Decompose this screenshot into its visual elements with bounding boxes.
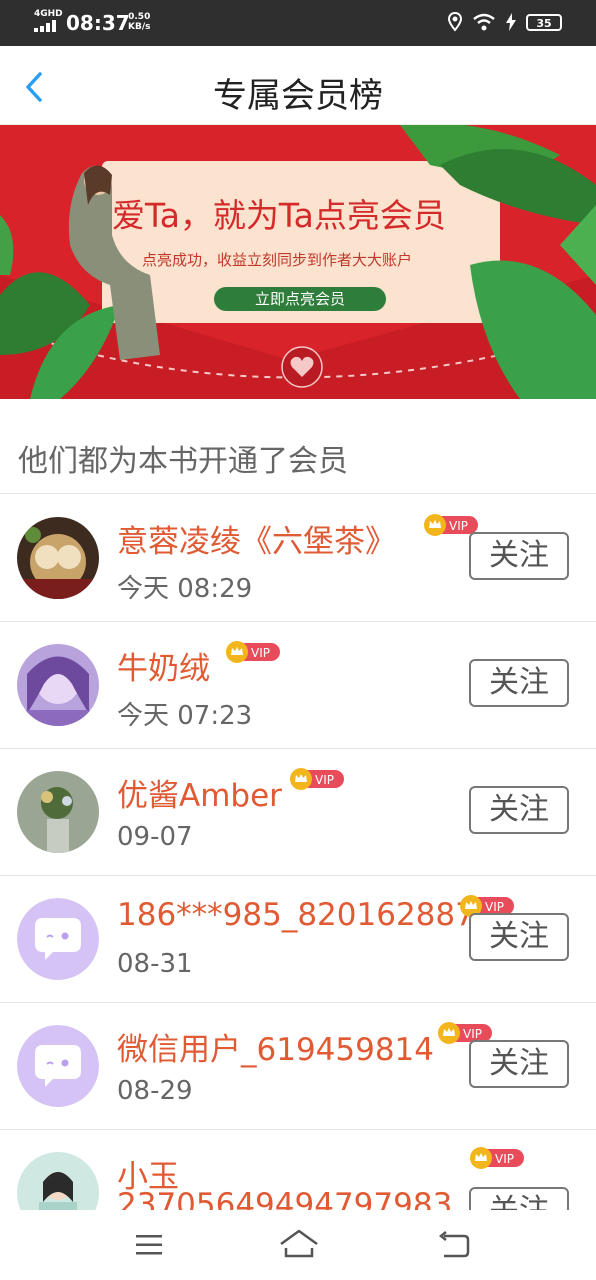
signal-icon — [34, 20, 60, 32]
follow-button[interactable]: 关注 — [469, 913, 569, 961]
list-item: 优酱Amber VIP 09-07 关注 — [0, 748, 596, 876]
svg-text:VIP: VIP — [463, 1027, 482, 1041]
list-item: 意蓉凌绫《六堡茶》 VIP 今天 08:29 关注 — [0, 494, 596, 622]
charging-icon — [506, 13, 516, 31]
light-up-vip-button[interactable]: 立即点亮会员 — [214, 287, 386, 311]
clock: 08:37 — [66, 11, 130, 35]
section-title: 他们都为本书开通了会员 — [18, 444, 348, 479]
member-name: 意蓉凌绫《六堡茶》 — [117, 524, 396, 560]
app-header: 专属会员榜 — [0, 46, 596, 125]
avatar[interactable] — [17, 1152, 99, 1210]
menu-icon[interactable] — [134, 1232, 164, 1258]
member-time: 08-29 — [117, 1076, 193, 1106]
vip-badge: VIP — [290, 768, 344, 790]
member-name: 牛奶绒 — [117, 651, 210, 687]
follow-button[interactable]: 关注 — [469, 786, 569, 834]
list-item: 小玉 23705649494797983 VIP 关注 — [0, 1129, 596, 1210]
network-speed: 0.50 KB/s — [128, 12, 151, 32]
member-time: 今天 08:29 — [117, 574, 253, 604]
member-name-line2: 23705649494797983 — [117, 1187, 453, 1210]
status-icons: 35 — [448, 12, 562, 32]
svg-text:VIP: VIP — [251, 646, 270, 660]
member-name: 微信用户_619459814 — [117, 1032, 435, 1068]
vip-promo-banner[interactable]: 爱Ta，就为Ta点亮会员 点亮成功，收益立刻同步到作者大大账户 立即点亮会员 — [0, 125, 596, 399]
list-item: 微信用户_619459814 VIP 08-29 关注 — [0, 1002, 596, 1130]
vip-badge: VIP — [226, 641, 280, 663]
status-bar: 4GHD 08:37 0.50 KB/s 35 — [0, 0, 596, 46]
svg-text:VIP: VIP — [495, 1152, 514, 1166]
follow-button[interactable]: 关注 — [469, 1187, 569, 1210]
follow-button[interactable]: 关注 — [469, 659, 569, 707]
banner-headline: 爱Ta，就为Ta点亮会员 — [112, 196, 446, 235]
default-avatar-icon[interactable] — [17, 898, 99, 980]
member-time: 今天 07:23 — [117, 701, 253, 731]
avatar[interactable] — [17, 644, 99, 726]
default-avatar-icon[interactable] — [17, 1025, 99, 1107]
page-title: 专属会员榜 — [213, 76, 383, 116]
follow-button[interactable]: 关注 — [469, 1040, 569, 1088]
banner-subline: 点亮成功，收益立刻同步到作者大大账户 — [142, 251, 413, 269]
member-name: 优酱Amber — [117, 778, 282, 814]
svg-text:VIP: VIP — [449, 519, 468, 533]
system-nav-bar — [0, 1210, 596, 1280]
svg-text:VIP: VIP — [485, 900, 504, 914]
avatar[interactable] — [17, 771, 99, 853]
member-list: 意蓉凌绫《六堡茶》 VIP 今天 08:29 关注 牛奶绒 VIP 今天 07:… — [0, 494, 596, 1210]
wifi-icon — [473, 13, 495, 31]
avatar[interactable] — [17, 517, 99, 599]
member-time: 08-31 — [117, 949, 193, 979]
follow-button[interactable]: 关注 — [469, 532, 569, 580]
vip-badge: VIP — [470, 1147, 524, 1169]
network-type: 4GHD — [34, 9, 63, 19]
member-name: 186***985_820162887 — [117, 897, 475, 933]
list-item: 186***985_820162887 VIP 08-31 关注 — [0, 875, 596, 1003]
back-nav-icon[interactable] — [438, 1230, 470, 1260]
member-time: 09-07 — [117, 822, 193, 852]
svg-text:VIP: VIP — [315, 773, 334, 787]
home-icon[interactable] — [278, 1228, 320, 1260]
battery-icon: 35 — [526, 13, 562, 31]
location-icon — [448, 12, 462, 32]
list-item: 牛奶绒 VIP 今天 07:23 关注 — [0, 621, 596, 749]
